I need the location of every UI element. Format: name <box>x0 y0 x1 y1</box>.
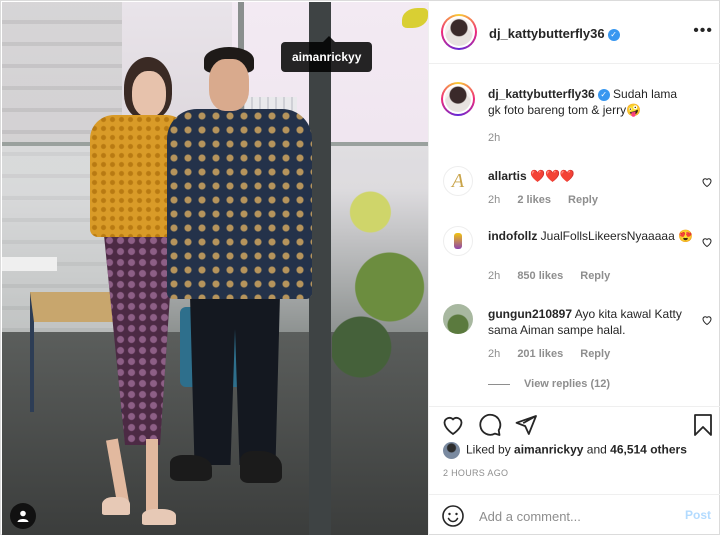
comment-likes-link[interactable]: 850 likes <box>517 270 563 282</box>
comment-username[interactable]: indofollz <box>488 229 537 243</box>
comment-reply-button[interactable]: Reply <box>580 270 610 282</box>
user-tag-label[interactable]: aimanrickyy <box>281 36 373 72</box>
verified-badge-icon: ✓ <box>597 88 610 101</box>
comment-reply-button[interactable]: Reply <box>580 348 610 360</box>
liker-avatar[interactable] <box>443 442 460 459</box>
comment-text: allartis ❤️❤️❤️ <box>488 168 693 184</box>
comment-text: indofollz JualFollsLikeersNyaaaaa 😍 <box>488 228 693 244</box>
comment-input[interactable] <box>479 505 669 527</box>
comments-list: dj_kattybutterfly36 ✓ Sudah lama gk foto … <box>429 64 720 406</box>
comment-like-heart-icon[interactable] <box>701 236 713 248</box>
photo-man <box>162 47 322 507</box>
comment-age: 2h <box>488 270 501 282</box>
comment-text: gungun210897 Ayo kita kawal Katty sama A… <box>488 306 693 338</box>
post-photo[interactable]: aimanrickyy <box>2 2 428 535</box>
comment-body: JualFollsLikeersNyaaaaa 😍 <box>540 229 694 243</box>
comment-username[interactable]: gungun210897 <box>488 307 572 321</box>
comment-likes-link[interactable]: 201 likes <box>517 348 563 360</box>
more-options-icon[interactable]: ••• <box>693 22 713 40</box>
comment-likes-link[interactable]: 2 likes <box>517 194 551 206</box>
caption-age: 2h <box>488 132 501 144</box>
comment-like-heart-icon[interactable] <box>701 176 713 188</box>
comment-body: ❤️❤️❤️ <box>530 169 575 183</box>
heart-icon[interactable] <box>441 413 465 437</box>
comment-meta: 2h 2 likes Reply <box>488 194 612 206</box>
caption-author-avatar[interactable] <box>441 82 475 116</box>
post-comment-button[interactable]: Post <box>685 508 711 522</box>
photo-plants <box>332 122 428 422</box>
comment-icon[interactable] <box>478 413 502 437</box>
share-icon[interactable] <box>514 413 538 437</box>
post-actions-bar <box>429 406 720 442</box>
user-tag-icon[interactable] <box>10 503 36 529</box>
comment-avatar[interactable] <box>443 226 473 256</box>
comment-meta: 2h 850 likes Reply <box>488 270 624 282</box>
post-header: dj_kattybutterfly36 ✓ ••• <box>429 2 720 64</box>
likes-prefix: Liked by <box>466 442 511 457</box>
post-side-panel: dj_kattybutterfly36 ✓ ••• dj_kattybutterf… <box>428 2 720 535</box>
comment-meta: 2h 201 likes Reply <box>488 348 624 360</box>
likes-summary: Liked by aimanrickyy and 46,514 others <box>443 442 713 459</box>
author-avatar[interactable] <box>441 14 477 50</box>
liker-username[interactable]: aimanrickyy <box>514 443 583 457</box>
comment-age: 2h <box>488 194 501 206</box>
author-username[interactable]: dj_kattybutterfly36 <box>489 26 605 41</box>
instagram-post-frame: aimanrickyy dj_kattybutterfly36 ✓ ••• dj… <box>0 0 720 535</box>
likes-others-link[interactable]: 46,514 others <box>610 443 687 457</box>
comment-avatar[interactable]: A <box>443 166 473 196</box>
verified-badge-icon: ✓ <box>607 28 620 41</box>
comment-username[interactable]: allartis <box>488 169 527 183</box>
comment-like-heart-icon[interactable] <box>701 314 713 326</box>
comment-reply-button[interactable]: Reply <box>568 194 598 206</box>
comment-age: 2h <box>488 348 501 360</box>
likes-conjunction: and <box>586 442 607 457</box>
caption-meta: 2h <box>488 132 514 144</box>
post-timestamp[interactable]: 2 HOURS AGO <box>443 468 508 478</box>
comment-avatar[interactable] <box>443 304 473 334</box>
comment-composer: Post <box>429 494 720 535</box>
view-replies-button[interactable]: View replies (12) <box>488 378 610 390</box>
bookmark-icon[interactable] <box>691 413 715 437</box>
caption-text: dj_kattybutterfly36 ✓ Sudah lama gk foto … <box>488 86 693 118</box>
emoji-icon[interactable] <box>441 504 465 528</box>
caption-author[interactable]: dj_kattybutterfly36 <box>488 87 595 101</box>
